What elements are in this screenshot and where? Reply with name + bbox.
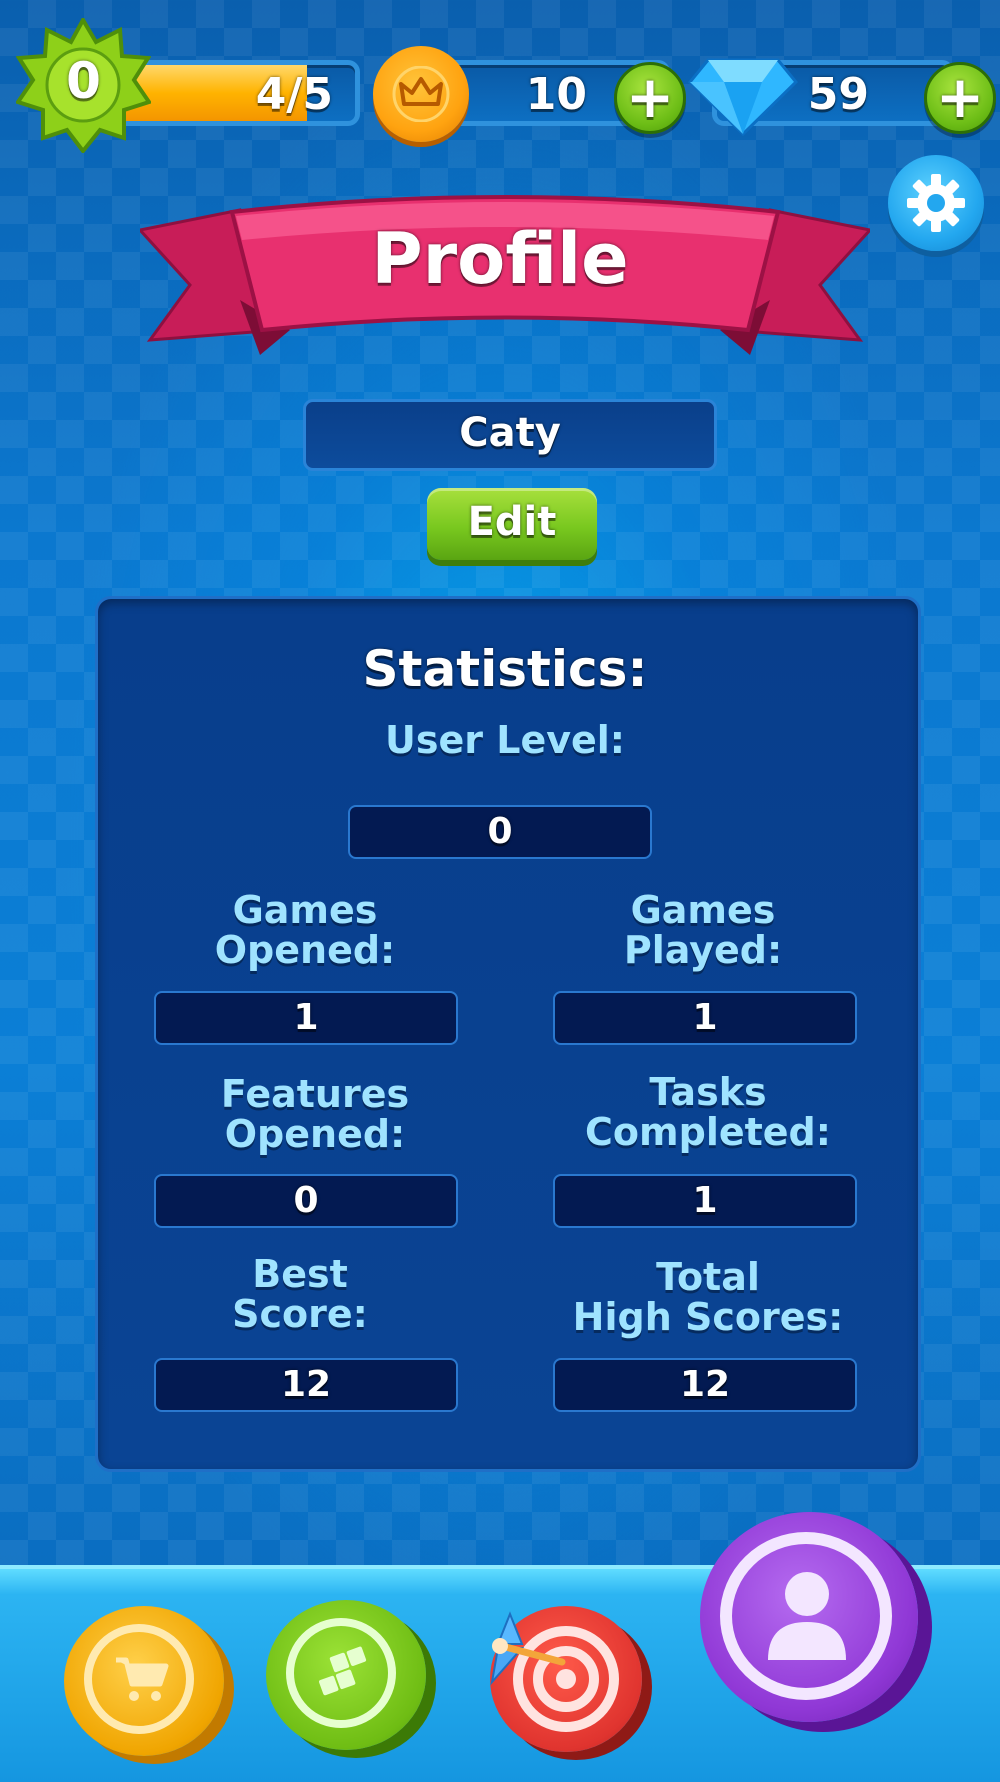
tasks-completed-label-line2: Completed:: [585, 1110, 831, 1154]
coin-count: 10: [525, 69, 587, 120]
user-icon: [768, 1572, 846, 1660]
features-opened-value: 0: [154, 1174, 458, 1228]
shopping-cart-icon: [116, 1657, 169, 1701]
user-level-label: User Level:: [385, 718, 625, 762]
blocks-icon: [319, 1646, 367, 1696]
page-title: Profile: [371, 218, 629, 300]
best-score-value: 12: [154, 1358, 458, 1412]
features-opened-label-line1: Features: [220, 1072, 410, 1116]
shop-button[interactable]: [64, 1606, 224, 1756]
level-number: 0: [66, 52, 101, 110]
add-coins-button[interactable]: +: [614, 62, 686, 134]
tasks-completed-label-line1: Tasks: [649, 1070, 767, 1114]
edit-button[interactable]: Edit: [427, 488, 597, 560]
profile-button[interactable]: [700, 1512, 918, 1722]
xp-progress-text: 4/5: [255, 69, 333, 120]
games-opened-label: Games Opened:: [155, 890, 455, 970]
games-opened-value: 1: [154, 991, 458, 1045]
crown-coin-icon: [373, 46, 469, 142]
total-high-scores-label-line1: Total: [656, 1255, 760, 1299]
total-high-scores-value: 12: [553, 1358, 857, 1412]
dart-icon: [490, 1611, 566, 1686]
games-opened-label-line1: Games: [232, 888, 378, 932]
games-button[interactable]: [266, 1600, 426, 1750]
diamond-icon: [688, 58, 798, 136]
level-badge[interactable]: 0: [14, 15, 153, 155]
features-opened-label: Features Opened:: [155, 1074, 475, 1154]
games-played-label-line1: Games: [630, 888, 776, 932]
statistics-heading: Statistics:: [362, 640, 648, 698]
tasks-completed-value: 1: [553, 1174, 857, 1228]
gem-count: 59: [807, 69, 869, 120]
username-field: Caty: [303, 399, 717, 471]
best-score-label: Best Score:: [150, 1254, 450, 1334]
features-opened-label-line2: Opened:: [224, 1112, 406, 1156]
games-played-label-line2: Played:: [623, 928, 783, 972]
games-played-value: 1: [553, 991, 857, 1045]
games-opened-label-line2: Opened:: [214, 928, 396, 972]
user-level-value: 0: [348, 805, 652, 859]
add-gems-button[interactable]: +: [924, 62, 996, 134]
total-high-scores-label-line2: High Scores:: [572, 1295, 844, 1339]
total-high-scores-label: Total High Scores:: [553, 1257, 863, 1337]
best-score-label-line2: Score:: [232, 1292, 368, 1336]
tasks-completed-label: Tasks Completed:: [553, 1072, 863, 1152]
best-score-label-line1: Best: [252, 1252, 348, 1296]
games-played-label: Games Played:: [553, 890, 853, 970]
